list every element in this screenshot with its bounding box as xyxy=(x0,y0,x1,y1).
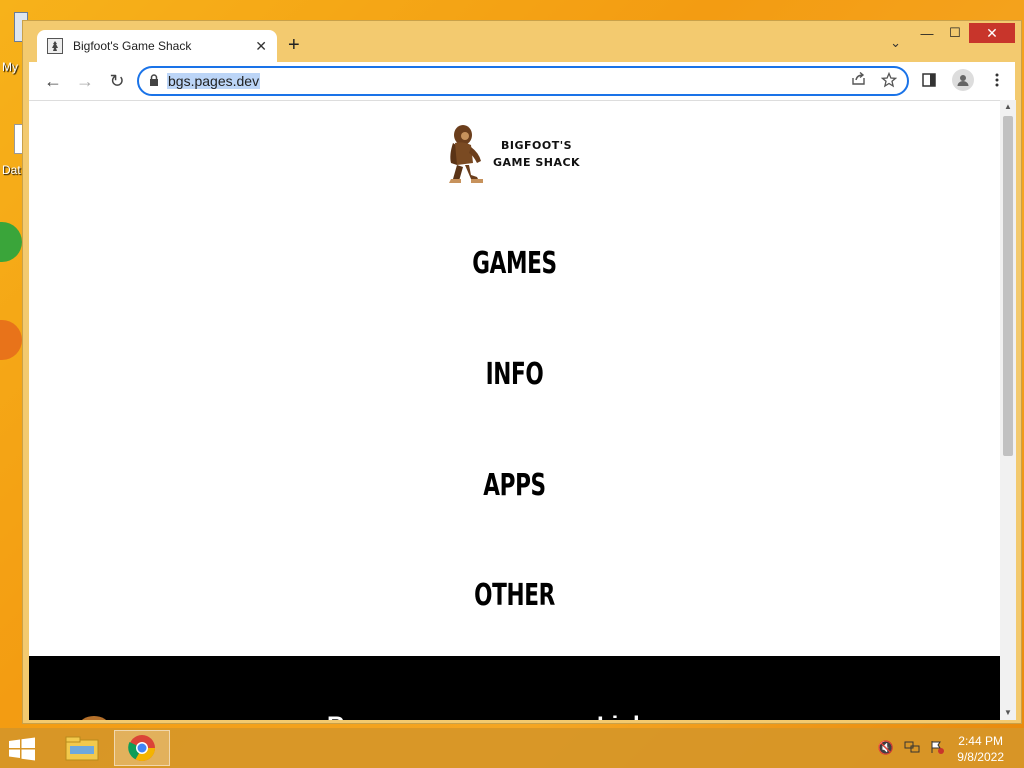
clock-date: 9/8/2022 xyxy=(957,750,1004,764)
nav-link-other[interactable]: OTHER xyxy=(165,578,864,613)
logo-text: BIGFOOT'S GAME SHACK xyxy=(493,137,580,171)
share-icon[interactable] xyxy=(851,71,867,91)
action-center-flag-icon[interactable] xyxy=(930,740,944,757)
side-panel-icon[interactable] xyxy=(917,66,941,94)
file-explorer-taskbar-icon[interactable] xyxy=(62,732,102,764)
tab-close-icon[interactable]: ✕ xyxy=(255,38,267,55)
reload-button[interactable]: ↻ xyxy=(101,65,133,97)
nav-link-info[interactable]: INFO xyxy=(165,357,864,392)
profile-avatar-icon[interactable] xyxy=(951,66,975,94)
nav-link-games[interactable]: GAMES xyxy=(165,246,864,281)
close-window-button[interactable]: ✕ xyxy=(969,23,1015,43)
scrollbar-thumb[interactable] xyxy=(1003,116,1013,456)
scroll-up-icon[interactable]: ▲ xyxy=(1000,100,1016,114)
browser-tab[interactable]: Bigfoot's Game Shack ✕ xyxy=(37,30,277,62)
url-text[interactable]: bgs.pages.dev xyxy=(167,73,261,89)
window-controls: — ☐ ✕ xyxy=(913,23,1015,45)
footer-heading-resources: Resources xyxy=(327,712,450,720)
forward-button[interactable]: → xyxy=(69,65,101,97)
browser-window: — ☐ ✕ Bigfoot's Game Shack ✕ + ⌄ ← → ↻ b… xyxy=(22,20,1022,724)
kebab-menu-icon[interactable] xyxy=(985,66,1009,94)
footer-heading-links: Links xyxy=(597,712,660,720)
network-icon[interactable] xyxy=(904,740,920,757)
desktop-decoration xyxy=(0,320,22,360)
taskbar: 🔇 2:44 PM 9/8/2022 xyxy=(0,728,1024,768)
address-bar[interactable]: bgs.pages.dev xyxy=(137,66,909,96)
tab-search-button[interactable]: ⌄ xyxy=(890,35,901,51)
lock-icon[interactable] xyxy=(149,73,159,89)
new-tab-button[interactable]: + xyxy=(288,34,300,57)
minimize-button[interactable]: — xyxy=(913,23,941,43)
logo-line-1: BIGFOOT'S xyxy=(501,139,573,152)
site-logo[interactable]: BIGFOOT'S GAME SHACK xyxy=(441,121,580,187)
nav-link-apps[interactable]: APPS xyxy=(165,468,864,503)
system-tray: 🔇 xyxy=(878,740,944,757)
vertical-scrollbar[interactable]: ▲ ▼ xyxy=(1000,100,1016,720)
bookmark-star-icon[interactable] xyxy=(880,71,898,91)
taskbar-clock[interactable]: 2:44 PM 9/8/2022 xyxy=(957,733,1004,765)
logo-line-2: GAME SHACK xyxy=(493,156,581,169)
scroll-down-icon[interactable]: ▼ xyxy=(1000,706,1016,720)
site-footer: Resources Links xyxy=(29,656,1000,720)
start-button[interactable] xyxy=(8,737,38,761)
desktop-decoration xyxy=(0,222,22,262)
footer-logo-icon xyxy=(79,716,109,720)
desktop-icon-label: My xyxy=(2,60,18,74)
clock-time: 2:44 PM xyxy=(958,734,1003,748)
tab-title: Bigfoot's Game Shack xyxy=(73,39,192,53)
desktop-icon-label: Dat xyxy=(2,163,21,177)
chrome-taskbar-icon[interactable] xyxy=(114,730,170,766)
maximize-button[interactable]: ☐ xyxy=(941,23,969,43)
back-button[interactable]: ← xyxy=(37,65,69,97)
page-viewport: BIGFOOT'S GAME SHACK GAMES INFO APPS OTH… xyxy=(29,100,1000,720)
favicon-icon xyxy=(47,38,63,54)
bigfoot-logo-icon xyxy=(449,125,483,183)
browser-toolbar: ← → ↻ bgs.pages.dev xyxy=(29,62,1015,100)
volume-muted-icon[interactable]: 🔇 xyxy=(878,740,894,757)
